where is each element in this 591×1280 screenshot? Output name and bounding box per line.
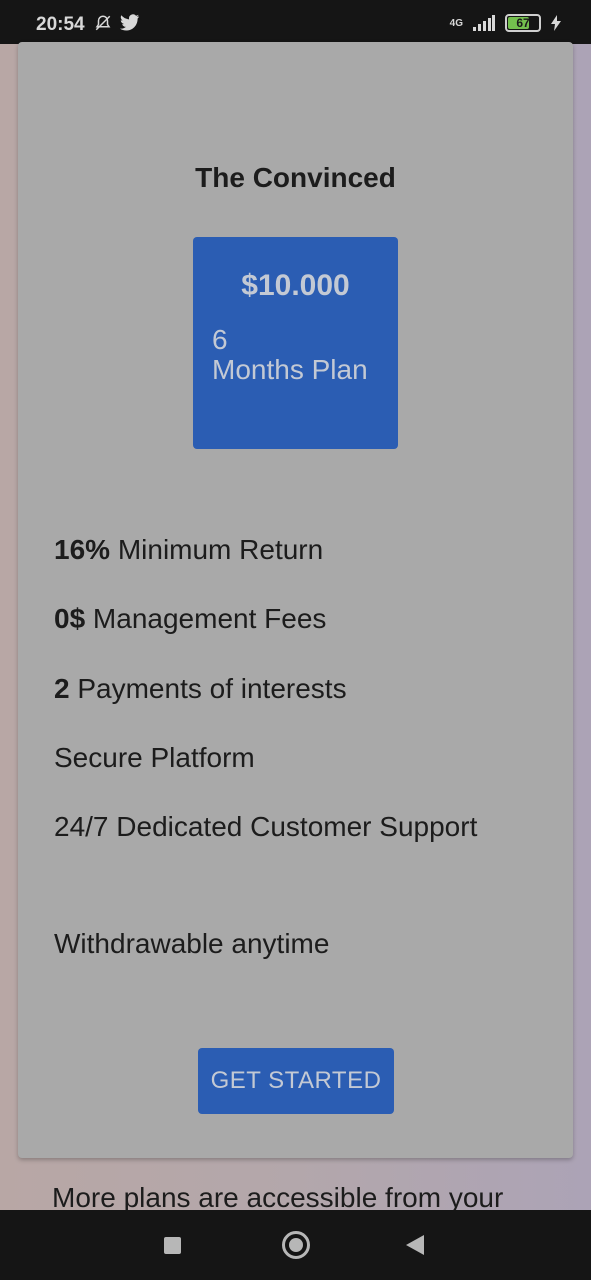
- price-box: $10.000 6 Months Plan: [193, 237, 398, 449]
- battery-percent: 67: [516, 16, 530, 30]
- plan-number: 6: [212, 324, 228, 355]
- plan-label: Months Plan: [212, 354, 368, 385]
- plan-duration: 6 Months Plan: [212, 325, 368, 385]
- plan-title: The Convinced: [195, 162, 396, 193]
- recents-icon[interactable]: [164, 1237, 181, 1254]
- feature-management-fees: 0$ Management Fees: [54, 603, 327, 634]
- signal-icon: [473, 15, 495, 31]
- feature-payments: 2 Payments of interests: [54, 673, 347, 704]
- plan-card: The Convinced $10.000 6 Months Plan 16% …: [18, 42, 573, 1158]
- feature-minimum-return: 16% Minimum Return: [54, 534, 324, 565]
- navigation-bar: [0, 1210, 591, 1280]
- feature-secure-platform: Secure Platform: [54, 742, 255, 773]
- plan-price: $10.000: [241, 269, 350, 302]
- home-icon[interactable]: [282, 1231, 310, 1259]
- twitter-icon: [120, 14, 140, 31]
- status-bar: 20:54 4G 67: [0, 0, 591, 44]
- bell-off-icon: [95, 15, 111, 31]
- battery-icon: 67: [505, 14, 541, 32]
- get-started-button[interactable]: GET STARTED: [198, 1048, 394, 1114]
- back-icon[interactable]: [406, 1235, 424, 1255]
- feature-withdrawable: Withdrawable anytime: [54, 928, 330, 959]
- feature-support: 24/7 Dedicated Customer Support: [54, 811, 478, 842]
- lightning-icon: [551, 15, 561, 31]
- network-label: 4G: [449, 17, 463, 29]
- status-time: 20:54: [36, 14, 85, 35]
